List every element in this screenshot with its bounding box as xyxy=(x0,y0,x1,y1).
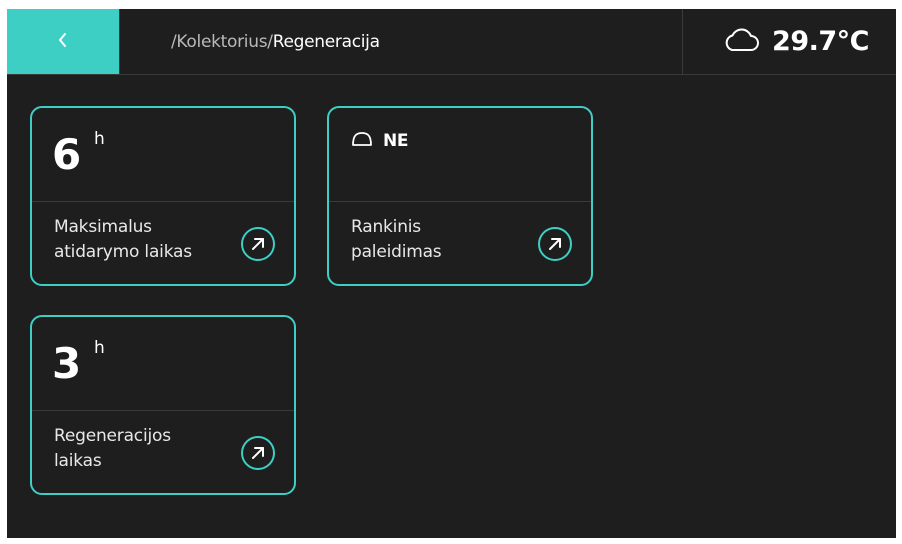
temperature-readout: 29.7°C xyxy=(772,26,869,57)
card-label-line: Rankinis xyxy=(351,217,421,237)
status-row: NE xyxy=(351,130,409,152)
screen: /Kolektorius/Regeneracija 29.7°C 6 h Mak… xyxy=(7,9,896,538)
breadcrumb-current: Regeneracija xyxy=(272,31,380,52)
card-label-line: atidarymo laikas xyxy=(54,242,192,262)
weather-widget: 29.7°C xyxy=(695,9,896,74)
header-divider xyxy=(682,9,683,74)
value: 6 xyxy=(52,130,82,179)
top-bar: /Kolektorius/Regeneracija 29.7°C xyxy=(7,9,896,75)
status-value: NE xyxy=(383,131,409,151)
card-label-line: Regeneracijos xyxy=(54,426,171,446)
back-button[interactable] xyxy=(7,9,119,74)
card-label: Regeneracijos laikas xyxy=(54,424,234,474)
card-value-area: 3 h xyxy=(32,317,294,411)
unit: h xyxy=(94,338,105,358)
card-label-line: paleidimas xyxy=(351,242,442,262)
card-regeneration-time[interactable]: 3 h Regeneracijos laikas xyxy=(30,315,296,495)
card-label: Maksimalus atidarymo laikas xyxy=(54,215,234,265)
cloud-icon xyxy=(722,26,760,58)
card-value-area: 6 h xyxy=(32,108,294,202)
card-manual-start[interactable]: NE Rankinis paleidimas xyxy=(327,106,593,286)
card-label-line: Maksimalus xyxy=(54,217,152,237)
dome-icon xyxy=(351,130,373,152)
value: 3 xyxy=(52,339,82,388)
breadcrumb-path[interactable]: /Kolektorius/ xyxy=(171,32,273,52)
arrow-up-right-icon[interactable] xyxy=(240,226,276,262)
arrow-up-right-icon[interactable] xyxy=(240,435,276,471)
card-label: Rankinis paleidimas xyxy=(351,215,531,265)
header-divider xyxy=(119,9,120,74)
card-status-area: NE xyxy=(329,108,591,202)
card-max-open-time[interactable]: 6 h Maksimalus atidarymo laikas xyxy=(30,106,296,286)
chevron-left-icon xyxy=(56,31,70,53)
arrow-up-right-icon[interactable] xyxy=(537,226,573,262)
breadcrumb: /Kolektorius/Regeneracija xyxy=(171,9,380,74)
unit: h xyxy=(94,129,105,149)
card-label-line: laikas xyxy=(54,451,102,471)
